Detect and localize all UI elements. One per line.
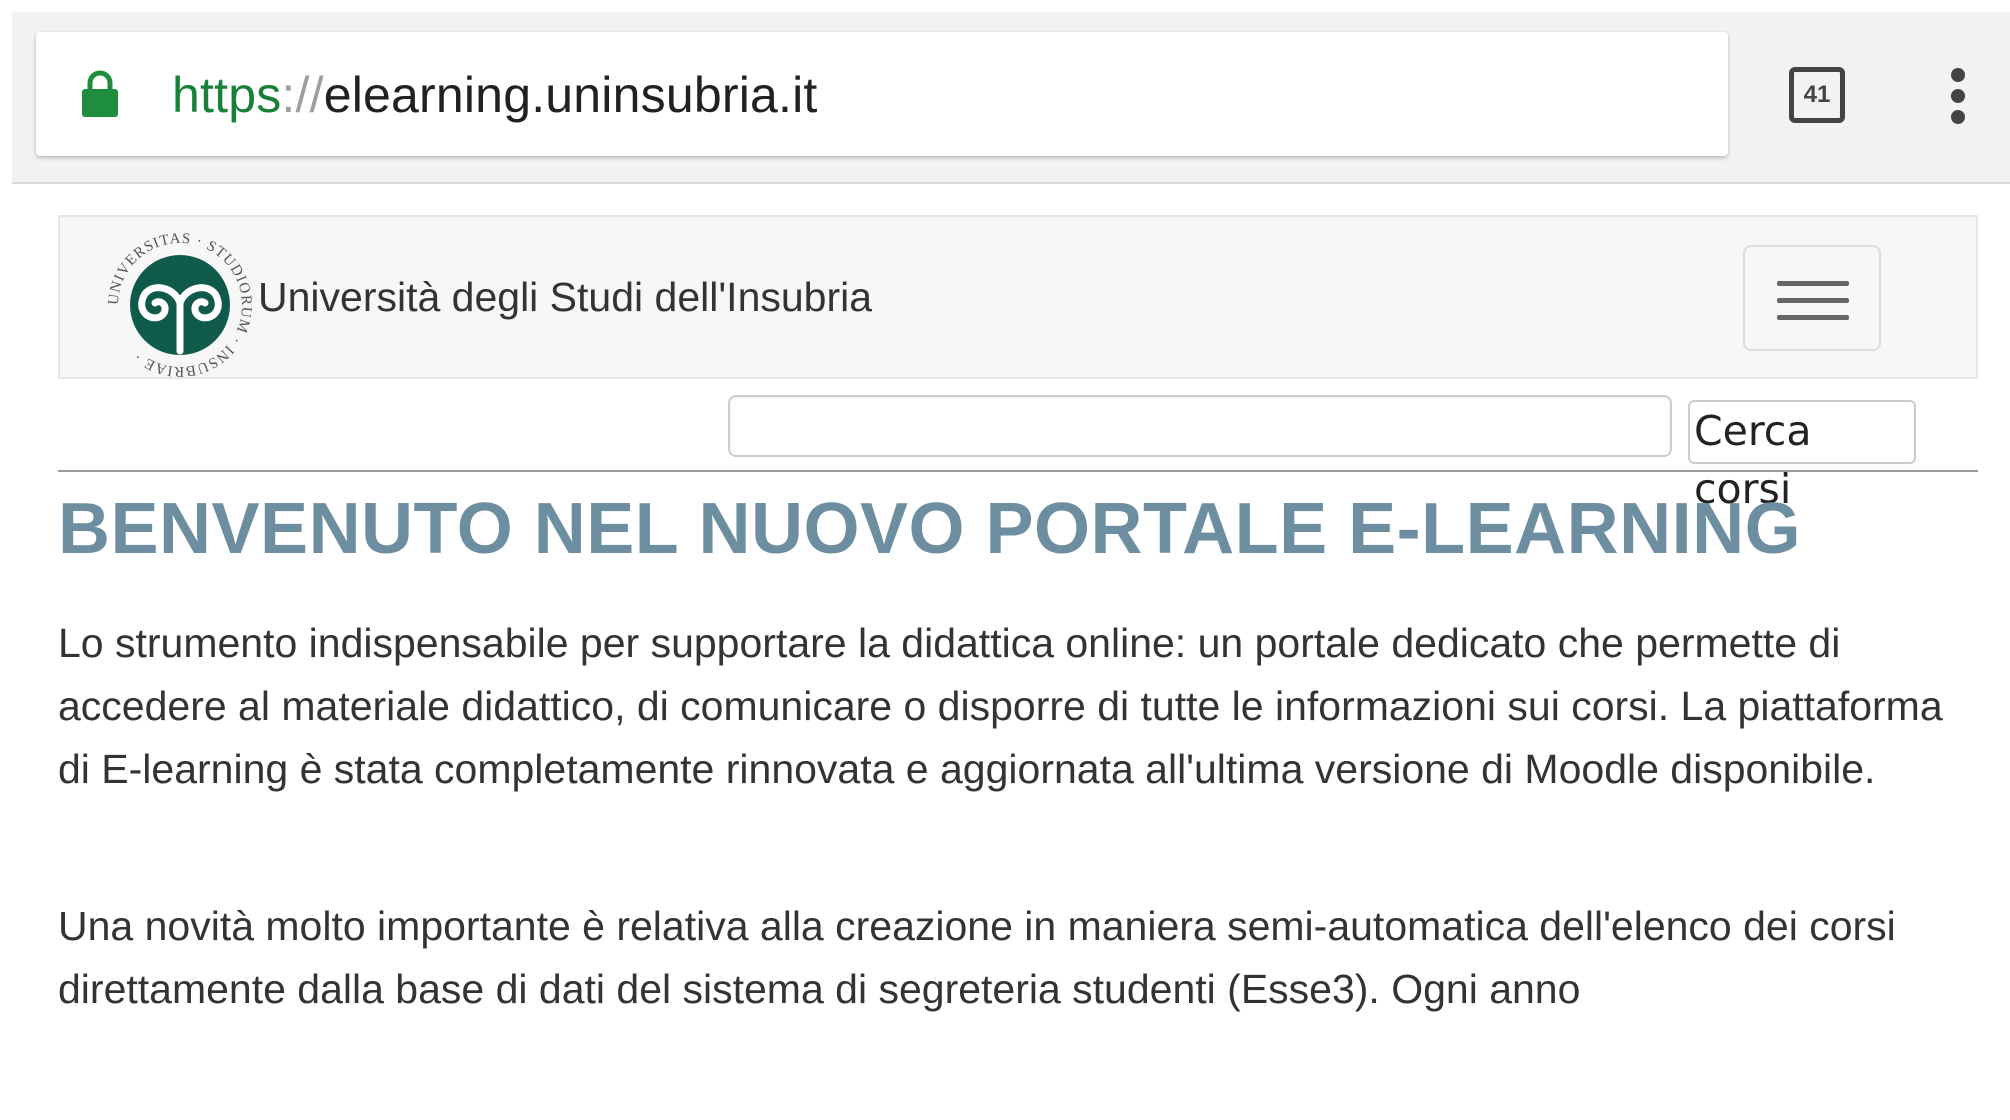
tab-switcher-button[interactable]: 41 <box>1789 67 1845 123</box>
university-logo[interactable]: UNIVERSITAS · STUDIORUM · INSUBRIAE · <box>106 231 254 379</box>
site-navbar: UNIVERSITAS · STUDIORUM · INSUBRIAE · Un… <box>58 215 1978 379</box>
url-scheme: https <box>172 67 282 123</box>
lock-icon <box>82 70 118 117</box>
site-brand[interactable]: Università degli Studi dell'Insubria <box>258 267 872 327</box>
url-separator: :// <box>281 67 324 123</box>
course-search-input[interactable] <box>728 395 1672 457</box>
browser-menu-icon[interactable] <box>1950 68 1966 124</box>
divider <box>58 470 1978 472</box>
hamburger-icon <box>1777 281 1849 286</box>
page-title: BENVENUTO NEL NUOVO PORTALE E-LEARNING <box>58 489 1802 569</box>
browser-toolbar: https://elearning.uninsubria.it 41 <box>12 12 2010 184</box>
address-bar[interactable]: https://elearning.uninsubria.it <box>36 32 1728 156</box>
url-text[interactable]: https://elearning.uninsubria.it <box>172 60 818 130</box>
url-host: elearning.uninsubria.it <box>323 67 818 123</box>
intro-paragraph: Lo strumento indispensabile per supporta… <box>58 620 1943 792</box>
search-courses-button[interactable]: Cerca corsi <box>1688 400 1916 513</box>
menu-toggle-button[interactable] <box>1743 245 1881 351</box>
news-paragraph: Una novità molto importante è relativa a… <box>58 903 1896 1012</box>
